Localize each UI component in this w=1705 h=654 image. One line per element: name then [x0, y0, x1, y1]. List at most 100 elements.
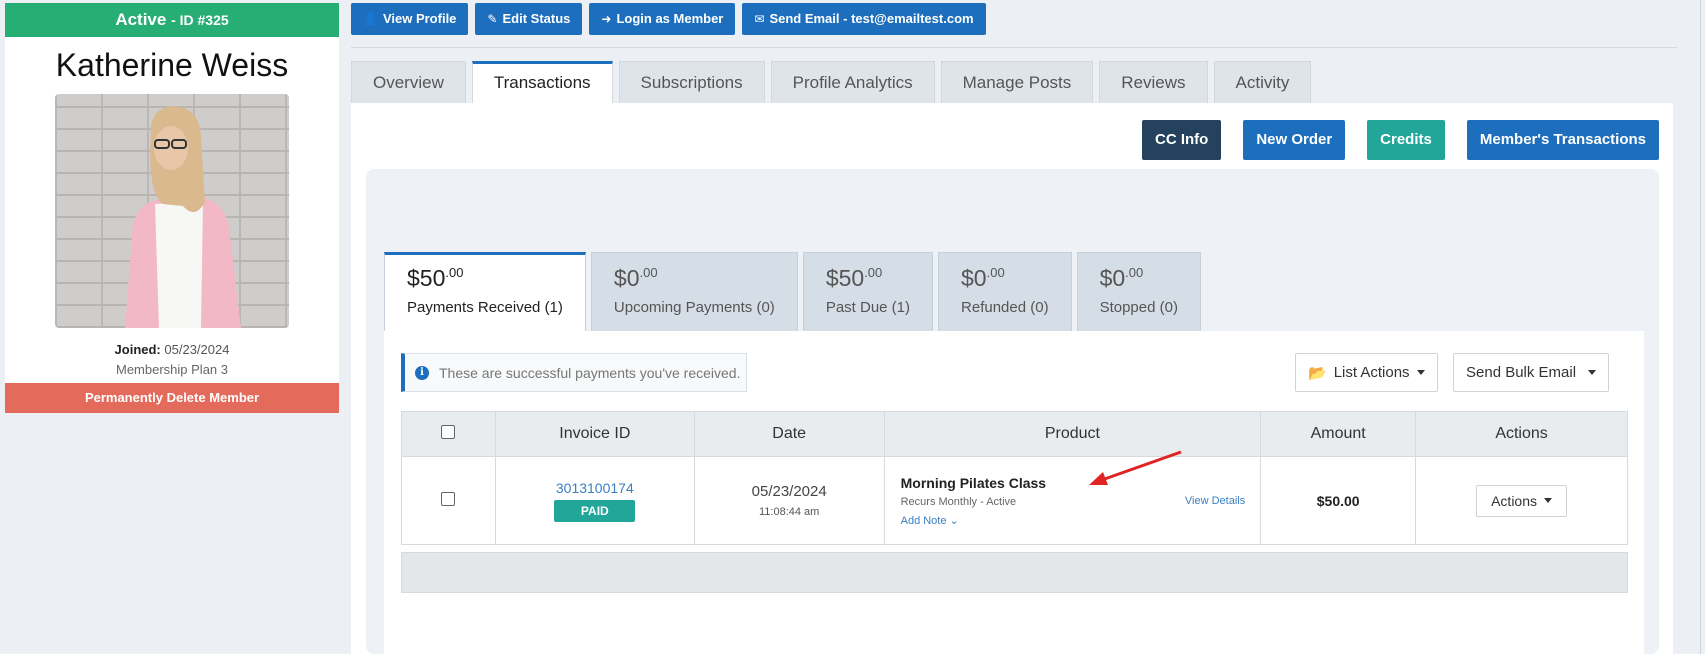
stat-cents: .00: [864, 265, 883, 280]
delete-member-button[interactable]: Permanently Delete Member: [5, 383, 339, 413]
payment-summary-tabs: $50.00 Payments Received (1) $0.00 Upcom…: [384, 252, 1201, 331]
annotation-arrow-icon: [1089, 450, 1182, 485]
payments-table: Invoice ID Date Product Amount Actions 3…: [401, 411, 1628, 545]
stat-amount: $0: [613, 265, 640, 291]
stat-label: Upcoming Payments (0): [613, 299, 775, 316]
column-header-amount[interactable]: Amount: [1260, 411, 1417, 457]
tab-refunded[interactable]: $0.00 Refunded (0): [938, 252, 1072, 331]
product-cell: Morning Pilates Class Recurs Monthly - A…: [883, 456, 1262, 545]
stat-amount: $50: [407, 265, 446, 291]
divider: [351, 47, 1677, 48]
info-message: These are successful payments you've rec…: [439, 364, 741, 381]
status-badge: Active - ID #325: [5, 3, 339, 37]
login-as-member-button[interactable]: ➜ Login as Member: [589, 3, 736, 35]
member-toolbar: 👤 View Profile ✎ Edit Status ➜ Login as …: [351, 3, 986, 35]
column-header-product[interactable]: Product: [883, 411, 1262, 457]
transaction-actions: CC Info New Order Credits Member's Trans…: [1141, 120, 1659, 160]
row-checkbox[interactable]: [441, 492, 456, 506]
paid-badge: PAID: [554, 499, 636, 522]
tab-upcoming-payments[interactable]: $0.00 Upcoming Payments (0): [590, 252, 798, 331]
pencil-icon: ✎: [487, 12, 498, 26]
stat-amount: $0: [961, 265, 987, 291]
table-footer: [401, 552, 1628, 593]
new-order-button[interactable]: New Order: [1243, 120, 1346, 160]
send-bulk-email-dropdown[interactable]: Send Bulk Email: [1453, 353, 1610, 392]
send-email-button[interactable]: ✉ Send Email - test@emailtest.com: [742, 3, 986, 35]
row-select-cell: [401, 456, 496, 545]
stat-cents: .00: [986, 265, 1005, 280]
edit-status-button[interactable]: ✎ Edit Status: [475, 3, 583, 35]
send-email-label: Send Email - test@emailtest.com: [769, 11, 974, 26]
send-bulk-email-label: Send Bulk Email: [1466, 364, 1577, 381]
invoice-cell: 3013100174 PAID: [494, 456, 695, 545]
add-note-link[interactable]: Add Note ⌄: [901, 514, 1261, 527]
tab-activity[interactable]: Activity: [1213, 61, 1312, 103]
edit-status-label: Edit Status: [502, 11, 571, 26]
member-profile-card: Active - ID #325 Katherine Weiss Joined:…: [5, 3, 339, 413]
sign-in-icon: ➜: [601, 12, 612, 26]
membership-plan: Membership Plan 3: [116, 362, 228, 377]
column-header-actions: Actions: [1415, 411, 1628, 457]
column-header-invoice[interactable]: Invoice ID: [494, 411, 695, 457]
tab-manage-posts[interactable]: Manage Posts: [940, 61, 1094, 103]
table-row: 3013100174 PAID 05/23/2024 11:08:44 am M…: [401, 456, 1628, 545]
list-actions-dropdown[interactable]: 📂 List Actions: [1295, 353, 1438, 392]
product-name: Morning Pilates Class: [900, 474, 1047, 491]
status-label: Active: [115, 10, 167, 29]
avatar: [125, 106, 241, 328]
member-tabs: Overview Transactions Subscriptions Prof…: [351, 61, 1312, 103]
caret-down-icon: [1588, 370, 1597, 375]
stat-cents: .00: [445, 265, 464, 280]
stat-label: Stopped (0): [1099, 299, 1178, 316]
folder-open-icon: 📂: [1308, 364, 1327, 382]
view-profile-label: View Profile: [382, 11, 457, 26]
user-icon: 👤: [363, 12, 378, 26]
member-name: Katherine Weiss: [55, 47, 289, 83]
chevron-down-icon: ⌄: [949, 514, 959, 527]
list-actions-label: List Actions: [1333, 364, 1410, 381]
stat-label: Past Due (1): [825, 299, 911, 316]
member-id: - ID #325: [171, 12, 229, 28]
tab-transactions[interactable]: Transactions: [471, 61, 613, 103]
tab-subscriptions[interactable]: Subscriptions: [618, 61, 765, 103]
amount-cell: $50.00: [1260, 456, 1417, 545]
envelope-icon: ✉: [754, 12, 765, 26]
joined-value: 05/23/2024: [164, 342, 230, 357]
stat-label: Refunded (0): [961, 299, 1049, 316]
login-as-member-label: Login as Member: [616, 11, 724, 26]
table-header-row: Invoice ID Date Product Amount Actions: [401, 411, 1628, 457]
select-all-checkbox[interactable]: [441, 424, 456, 439]
tab-profile-analytics[interactable]: Profile Analytics: [770, 61, 935, 103]
tab-overview[interactable]: Overview: [351, 61, 466, 103]
tab-reviews[interactable]: Reviews: [1099, 61, 1208, 103]
stat-amount: $50: [825, 265, 865, 291]
members-transactions-button[interactable]: Member's Transactions: [1466, 120, 1659, 160]
payments-card: i These are successful payments you've r…: [384, 331, 1644, 654]
row-actions-dropdown[interactable]: Actions: [1476, 484, 1568, 517]
date-cell: 05/23/2024 11:08:44 am: [693, 456, 885, 545]
cc-info-button[interactable]: CC Info: [1141, 120, 1222, 160]
payment-time: 11:08:44 am: [759, 506, 820, 518]
credits-button[interactable]: Credits: [1367, 120, 1445, 160]
view-profile-button[interactable]: 👤 View Profile: [351, 3, 469, 35]
tab-payments-received[interactable]: $50.00 Payments Received (1): [384, 252, 586, 331]
stat-amount: $0: [1099, 265, 1126, 291]
payment-date: 05/23/2024: [751, 483, 827, 500]
invoice-link[interactable]: 3013100174: [496, 480, 694, 496]
joined-label: Joined:: [114, 342, 161, 357]
caret-down-icon: [1544, 498, 1553, 503]
column-header-date[interactable]: Date: [693, 411, 885, 457]
view-details-link[interactable]: View Details: [1185, 495, 1245, 507]
stat-label: Payments Received (1): [407, 299, 563, 316]
joined-date: Joined: 05/23/2024: [5, 342, 339, 357]
actions-cell: Actions: [1415, 456, 1628, 545]
info-icon: i: [415, 365, 429, 380]
tab-stopped[interactable]: $0.00 Stopped (0): [1076, 252, 1201, 331]
tab-past-due[interactable]: $50.00 Past Due (1): [802, 252, 934, 331]
stat-cents: .00: [639, 265, 658, 280]
stat-cents: .00: [1125, 265, 1144, 280]
member-photo: [55, 94, 289, 328]
add-note-label: Add Note: [900, 514, 947, 527]
select-all-cell: [401, 411, 496, 457]
info-alert: i These are successful payments you've r…: [401, 353, 747, 392]
